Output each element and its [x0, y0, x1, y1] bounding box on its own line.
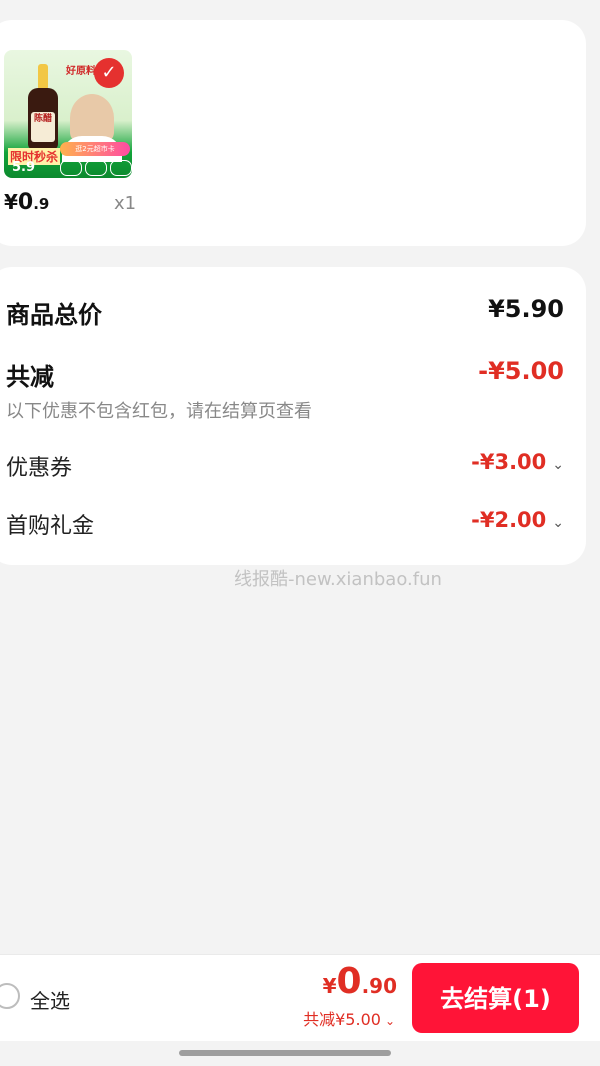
item-quantity: x1 [114, 193, 137, 214]
price-summary-card: 商品总价 ¥5.90 共减 -¥5.00 以下优惠不包含红包，请在结算页查看 优… [0, 267, 586, 565]
discount-note: 以下优惠不包含红包，请在结算页查看 [6, 401, 312, 422]
discount-detail[interactable]: 共减¥5.00 ⌄ [303, 1006, 395, 1030]
chevron-down-icon[interactable]: ⌄ [552, 457, 564, 473]
price-int: 0 [17, 190, 34, 215]
pay-symbol: ¥ [322, 974, 337, 998]
check-icon[interactable]: ✓ [94, 58, 124, 88]
select-all-label[interactable]: 全选 [30, 985, 70, 1014]
thumb-chip [60, 160, 82, 176]
total-value: ¥5.90 [488, 295, 564, 323]
reduce-value: -¥5.00 [478, 357, 564, 385]
promo-tag: 逛2元超市卡 [60, 142, 130, 156]
first-buy-label: 首购礼金 [6, 514, 95, 539]
pay-decimal: .90 [361, 974, 397, 998]
price-decimal: .9 [33, 195, 50, 213]
discount-text: 共减¥5.00 [303, 1010, 381, 1029]
pay-int: 0 [336, 961, 362, 1002]
bottle-neck-shape [38, 64, 48, 90]
thumb-chip [85, 160, 107, 176]
item-price: ¥0.9 [4, 190, 49, 215]
thumb-chip [110, 160, 132, 176]
first-buy-value-wrap[interactable]: -¥2.00 ⌄ [471, 508, 564, 532]
checkout-bar: 全选 ¥0.90 共减¥5.00 ⌄ 去结算(1) [0, 955, 600, 1041]
endorser-face [70, 94, 114, 142]
bottle-label: 陈醋 [31, 112, 55, 142]
product-thumbnail[interactable]: 陈醋 好原料 ✓ 限时秒杀 逛2元超市卡 5.9 [4, 50, 132, 178]
coupon-label: 优惠券 [6, 456, 73, 481]
pay-total: ¥0.90 [323, 961, 397, 1002]
total-label: 商品总价 [6, 301, 102, 329]
reduce-label: 共减 [6, 363, 54, 391]
thumb-slogan: 好原料 [66, 66, 96, 77]
home-indicator[interactable] [179, 1050, 391, 1056]
checkout-button[interactable]: 去结算(1) [412, 963, 579, 1033]
first-buy-value: -¥2.00 [471, 508, 547, 532]
thumb-price: 5.9 [12, 160, 36, 175]
select-all-radio[interactable] [0, 983, 20, 1009]
watermark: 线报酷-new.xianbao.fun [234, 569, 442, 590]
chevron-down-icon[interactable]: ⌄ [552, 515, 564, 531]
coupon-value-wrap[interactable]: -¥3.00 ⌄ [471, 450, 564, 474]
product-card: 陈醋 好原料 ✓ 限时秒杀 逛2元超市卡 5.9 ¥0.9 x1 [0, 20, 586, 246]
coupon-value: -¥3.00 [471, 450, 547, 474]
thumb-chips [60, 160, 132, 176]
chevron-down-icon[interactable]: ⌄ [385, 1014, 395, 1028]
price-symbol: ¥ [4, 190, 18, 214]
